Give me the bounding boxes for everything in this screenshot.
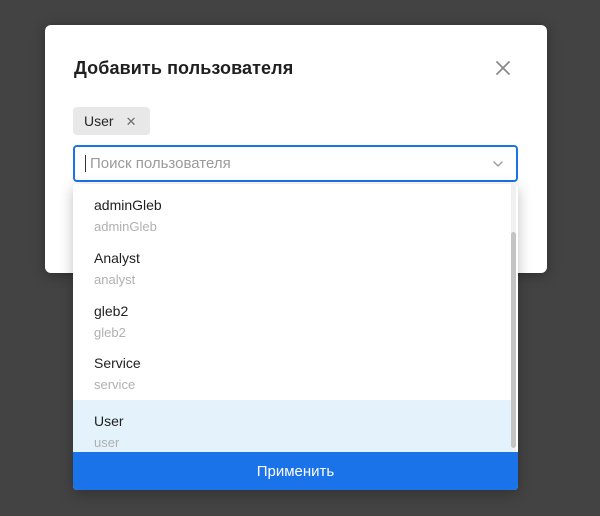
list-item-login: adminGleb	[94, 219, 157, 234]
chip-label: User	[84, 113, 114, 129]
search-input[interactable]	[85, 155, 480, 172]
list-item[interactable]: Analyst analyst	[73, 237, 512, 289]
chevron-down-icon[interactable]	[492, 158, 504, 170]
list-item-name: Service	[94, 355, 141, 371]
list-item[interactable]: gleb2 gleb2	[73, 290, 512, 342]
list-item[interactable]: Service service	[73, 342, 512, 394]
apply-button[interactable]: Применить	[73, 452, 518, 490]
list-item-name: User	[94, 413, 124, 429]
chip-remove-icon[interactable]: ✕	[126, 115, 137, 128]
list-item-name: Analyst	[94, 250, 140, 266]
list-item-login: service	[94, 377, 136, 392]
user-dropdown: adminGleb adminGleb Analyst analyst gleb…	[73, 184, 518, 490]
list-item-login: user	[94, 435, 120, 450]
list-item-selected[interactable]: User user	[73, 400, 512, 452]
user-list: adminGleb adminGleb Analyst analyst gleb…	[73, 184, 518, 452]
list-item-name: gleb2	[94, 303, 129, 319]
list-item-login: analyst	[94, 272, 136, 287]
close-icon[interactable]	[494, 59, 512, 77]
selected-user-chip: User ✕	[73, 107, 151, 135]
user-search-field[interactable]	[73, 145, 518, 182]
list-item[interactable]: adminGleb adminGleb	[73, 184, 512, 236]
dialog-title: Добавить пользователя	[74, 58, 294, 78]
list-item-name: adminGleb	[94, 197, 162, 213]
scrollbar-thumb[interactable]	[511, 232, 516, 448]
scrollbar-track[interactable]	[511, 184, 516, 452]
list-item-login: gleb2	[94, 325, 126, 340]
